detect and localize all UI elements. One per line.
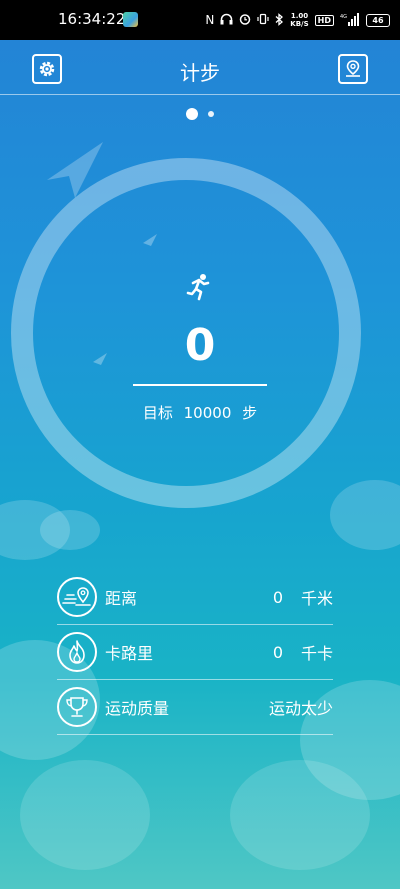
status-icons: N 1.00 KB/S HD 4G 46 (205, 0, 390, 40)
hd-badge: HD (314, 14, 334, 26)
goal-label: 目标 (142, 404, 173, 422)
status-bar: 16:34:22 N 1.00 KB/S HD 4G 46 (0, 0, 400, 40)
signal-label: 4G (340, 14, 347, 20)
cloud-decoration (20, 760, 150, 870)
trophy-icon (57, 687, 97, 727)
network-speed: 1.00 KB/S (290, 12, 308, 28)
stat-row-distance: 距离 0 千米 (57, 570, 333, 625)
battery-icon: 46 (366, 13, 390, 27)
stat-unit: 千米 (301, 589, 334, 608)
running-icon (186, 274, 210, 301)
flame-icon (57, 632, 97, 672)
map-pin-icon (346, 60, 360, 77)
app-header: 计步 (0, 40, 400, 96)
header-divider (0, 94, 400, 95)
stats-list: 距离 0 千米 卡路里 0 千卡 运动质量 运动太少 (57, 570, 333, 735)
distance-pin-icon (57, 577, 97, 617)
goal-value: 10000 (183, 404, 232, 422)
page-indicator (0, 108, 400, 120)
headphones-icon (220, 13, 233, 27)
stat-value: 运动太少 (268, 699, 333, 718)
goal-unit: 步 (242, 404, 258, 422)
net-speed-value: 1.00 (290, 12, 309, 20)
stat-value: 0 (272, 642, 283, 662)
alarm-icon (239, 13, 251, 27)
step-divider (133, 384, 267, 386)
stat-label: 运动质量 (105, 699, 170, 718)
page-dot-active[interactable] (186, 108, 198, 120)
stat-label: 距离 (105, 589, 138, 608)
cloud-decoration (330, 480, 400, 550)
signal-icon: 4G (340, 12, 360, 28)
bluetooth-icon (275, 12, 284, 28)
step-count: 0 (184, 320, 216, 371)
stat-row-quality: 运动质量 运动太少 (57, 680, 333, 735)
stat-value: 0 (272, 587, 283, 607)
vibrate-icon (257, 13, 269, 27)
nfc-icon: N (205, 13, 215, 27)
cloud-decoration (230, 760, 370, 870)
location-button[interactable] (338, 54, 368, 84)
page-dot[interactable] (208, 111, 214, 117)
stat-label: 卡路里 (105, 644, 154, 663)
app-notification-icon (123, 12, 138, 27)
cloud-decoration (40, 510, 100, 550)
stat-row-calories: 卡路里 0 千卡 (57, 625, 333, 680)
stat-unit: 千卡 (301, 644, 334, 663)
step-goal: 目标 10000 步 (0, 402, 400, 423)
pedometer-screen: 计步 0 目标 10000 步 距离 0 千米 卡路里 0 千卡 运动质量 运动… (0, 40, 400, 889)
net-speed-unit: KB/S (290, 20, 309, 28)
status-time: 16:34:22 (58, 10, 126, 28)
